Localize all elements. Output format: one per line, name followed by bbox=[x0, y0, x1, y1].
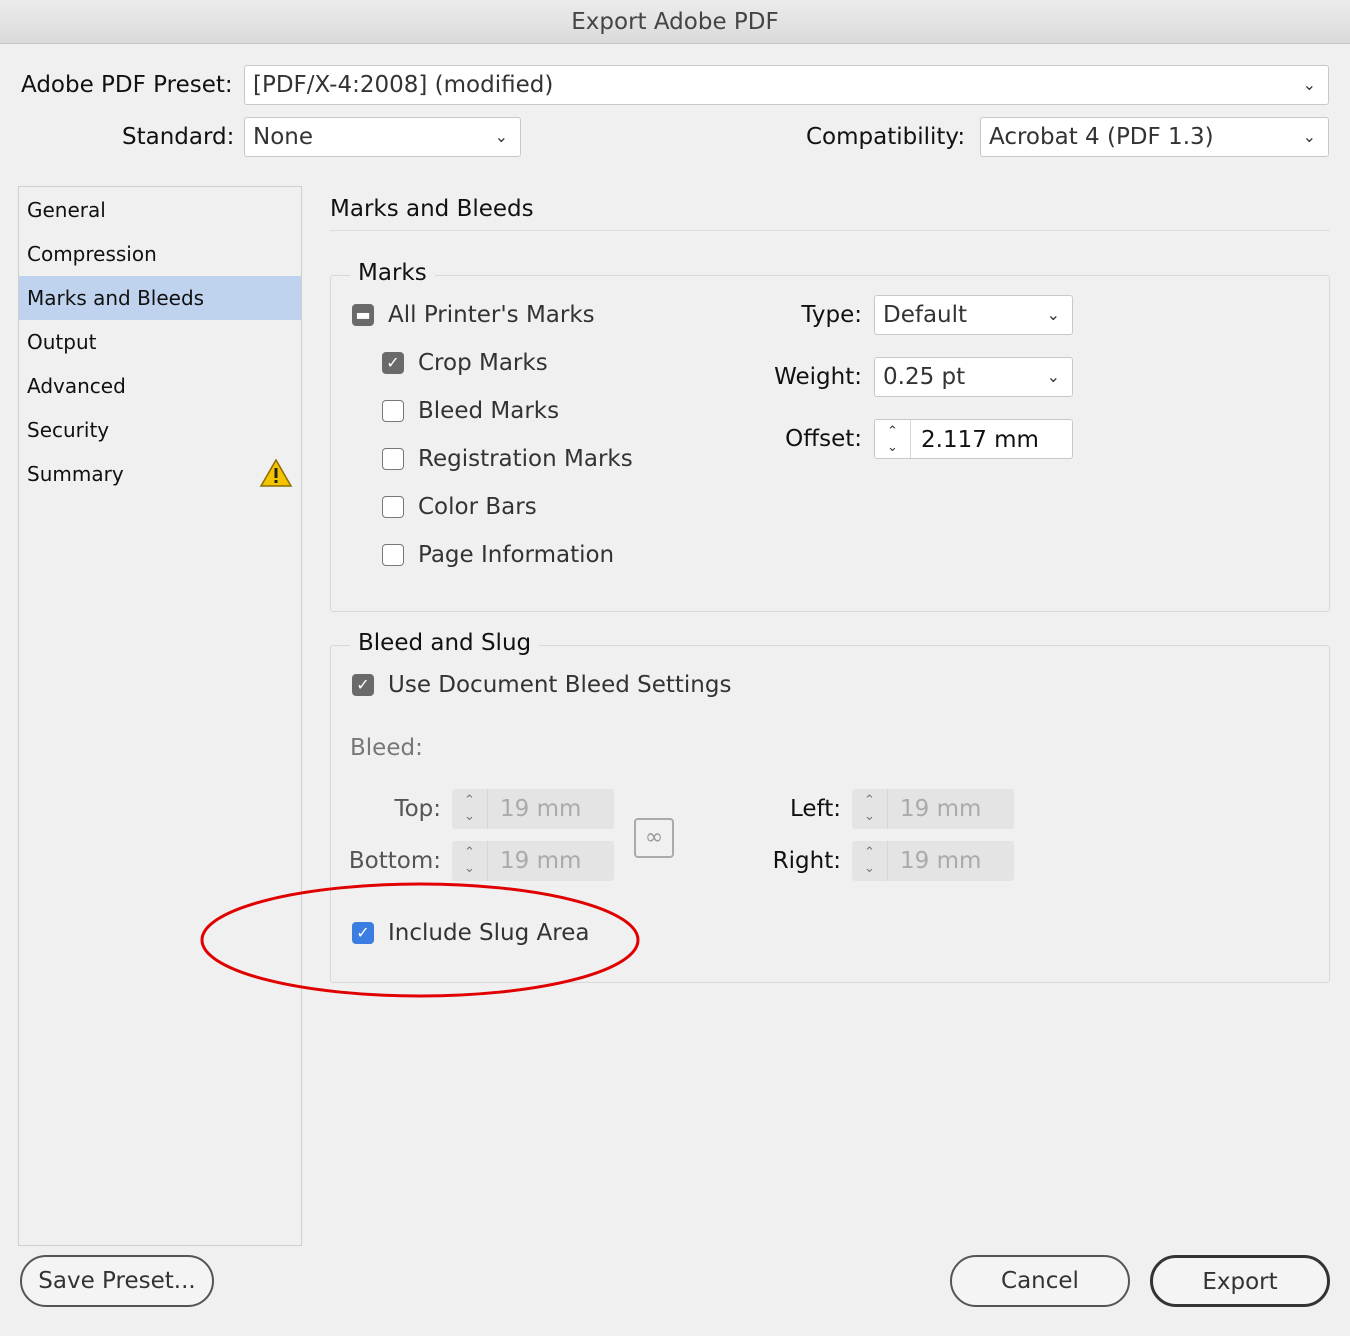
left-value: 19 mm bbox=[888, 789, 981, 829]
top-value: 19 mm bbox=[488, 789, 581, 829]
type-value: Default bbox=[883, 302, 967, 328]
stepper-arrows-icon[interactable]: ⌃⌄ bbox=[875, 420, 911, 458]
warning-icon bbox=[259, 458, 293, 488]
check-icon: ✓ bbox=[382, 352, 404, 374]
checkbox-label: Page Information bbox=[418, 542, 614, 568]
checkbox-label: Use Document Bleed Settings bbox=[388, 672, 731, 698]
checkbox-box bbox=[382, 496, 404, 518]
bleed-group-title: Bleed and Slug bbox=[350, 630, 539, 656]
left-stepper: ⌃⌄19 mm bbox=[852, 789, 1014, 829]
type-label: Type: bbox=[801, 302, 862, 328]
all-printers-marks-checkbox[interactable]: ▬ All Printer's Marks bbox=[352, 302, 595, 328]
sidebar-item-output[interactable]: Output bbox=[19, 320, 301, 364]
sidebar-item-marks-and-bleeds[interactable]: Marks and Bleeds bbox=[19, 276, 301, 320]
bottom-stepper: ⌃⌄19 mm bbox=[452, 841, 614, 881]
standard-label: Standard: bbox=[122, 124, 234, 150]
section-title: Marks and Bleeds bbox=[330, 196, 534, 222]
sidebar-item-advanced[interactable]: Advanced bbox=[19, 364, 301, 408]
annotation-ellipse bbox=[195, 880, 645, 1005]
offset-value[interactable]: 2.117 mm bbox=[911, 420, 1039, 458]
stepper-arrows-icon: ⌃⌄ bbox=[452, 841, 488, 881]
bottom-value: 19 mm bbox=[488, 841, 581, 881]
offset-stepper[interactable]: ⌃⌄2.117 mm bbox=[874, 419, 1073, 459]
weight-label: Weight: bbox=[774, 364, 862, 390]
top-label: Top: bbox=[394, 796, 441, 822]
export-button[interactable]: Export bbox=[1150, 1255, 1330, 1307]
cancel-button[interactable]: Cancel bbox=[950, 1255, 1130, 1307]
preset-select[interactable]: [PDF/X-4:2008] (modified) ⌄ bbox=[244, 65, 1329, 105]
compatibility-value: Acrobat 4 (PDF 1.3) bbox=[989, 124, 1214, 150]
checkbox-label: All Printer's Marks bbox=[388, 302, 595, 328]
right-stepper: ⌃⌄19 mm bbox=[852, 841, 1014, 881]
sidebar: General Compression Marks and Bleeds Out… bbox=[18, 186, 302, 1246]
window-title: Export Adobe PDF bbox=[0, 0, 1350, 44]
stepper-arrows-icon: ⌃⌄ bbox=[452, 789, 488, 829]
weight-select[interactable]: 0.25 pt ⌄ bbox=[874, 357, 1073, 397]
checkbox-label: Registration Marks bbox=[418, 446, 633, 472]
sidebar-item-label: Summary bbox=[27, 462, 124, 486]
divider bbox=[330, 230, 1330, 231]
chevron-down-icon: ⌄ bbox=[1047, 296, 1060, 334]
right-value: 19 mm bbox=[888, 841, 981, 881]
bleed-marks-checkbox[interactable]: Bleed Marks bbox=[382, 398, 559, 424]
marks-group-title: Marks bbox=[350, 260, 435, 286]
sidebar-item-security[interactable]: Security bbox=[19, 408, 301, 452]
standard-select[interactable]: None ⌄ bbox=[244, 117, 521, 157]
sidebar-item-compression[interactable]: Compression bbox=[19, 232, 301, 276]
compatibility-label: Compatibility: bbox=[806, 124, 965, 150]
compatibility-select[interactable]: Acrobat 4 (PDF 1.3) ⌄ bbox=[980, 117, 1329, 157]
use-document-bleed-checkbox[interactable]: ✓ Use Document Bleed Settings bbox=[352, 672, 731, 698]
color-bars-checkbox[interactable]: Color Bars bbox=[382, 494, 537, 520]
offset-label: Offset: bbox=[785, 426, 862, 452]
type-select[interactable]: Default ⌄ bbox=[874, 295, 1073, 335]
stepper-arrows-icon: ⌃⌄ bbox=[852, 841, 888, 881]
preset-label: Adobe PDF Preset: bbox=[21, 72, 233, 98]
sidebar-item-general[interactable]: General bbox=[19, 188, 301, 232]
crop-marks-checkbox[interactable]: ✓ Crop Marks bbox=[382, 350, 548, 376]
checkbox-label: Crop Marks bbox=[418, 350, 548, 376]
right-label: Right: bbox=[773, 848, 841, 874]
checkbox-box bbox=[382, 400, 404, 422]
left-label: Left: bbox=[790, 796, 841, 822]
link-icon: ∞ bbox=[634, 818, 674, 858]
chevron-down-icon: ⌄ bbox=[1047, 358, 1060, 396]
checkbox-label: Color Bars bbox=[418, 494, 537, 520]
indeterminate-icon: ▬ bbox=[352, 304, 374, 326]
save-preset-button[interactable]: Save Preset... bbox=[20, 1255, 214, 1307]
check-icon: ✓ bbox=[352, 674, 374, 696]
weight-value: 0.25 pt bbox=[883, 364, 965, 390]
bottom-label: Bottom: bbox=[349, 848, 441, 874]
checkbox-box bbox=[382, 448, 404, 470]
preset-value: [PDF/X-4:2008] (modified) bbox=[253, 72, 553, 98]
checkbox-box bbox=[382, 544, 404, 566]
bleed-label: Bleed: bbox=[350, 735, 423, 761]
registration-marks-checkbox[interactable]: Registration Marks bbox=[382, 446, 633, 472]
top-stepper: ⌃⌄19 mm bbox=[452, 789, 614, 829]
chevron-down-icon: ⌄ bbox=[1303, 118, 1316, 156]
chevron-down-icon: ⌄ bbox=[495, 118, 508, 156]
chevron-down-icon: ⌄ bbox=[1303, 66, 1316, 104]
standard-value: None bbox=[253, 124, 313, 150]
page-information-checkbox[interactable]: Page Information bbox=[382, 542, 614, 568]
sidebar-item-summary[interactable]: Summary bbox=[19, 452, 301, 496]
stepper-arrows-icon: ⌃⌄ bbox=[852, 789, 888, 829]
checkbox-label: Bleed Marks bbox=[418, 398, 559, 424]
